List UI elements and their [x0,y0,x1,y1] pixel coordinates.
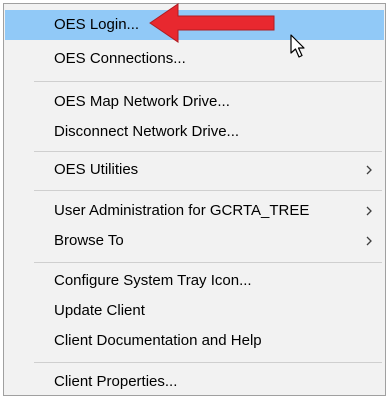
menu-item-label: Client Documentation and Help [54,332,262,349]
menu-item-label: Disconnect Network Drive... [54,123,240,140]
menu-item-user-administration[interactable]: User Administration for GCRTA_TREE [5,196,384,226]
menu-item-oes-connections[interactable]: OES Connections... [5,44,384,74]
menu-item-label: Browse To [54,232,124,249]
menu-separator [34,81,382,82]
menu-item-oes-map-network-drive[interactable]: OES Map Network Drive... [5,87,384,117]
chevron-right-icon [366,236,372,246]
mouse-cursor-icon [290,34,305,58]
menu-item-browse-to[interactable]: Browse To [5,226,384,256]
menu-item-disconnect-network-drive[interactable]: Disconnect Network Drive... [5,117,384,147]
menu-item-label: OES Connections... [54,50,186,67]
red-arrow-icon [149,3,275,43]
menu-item-update-client[interactable]: Update Client [5,296,384,326]
menu-separator [34,190,382,191]
menu-item-client-documentation[interactable]: Client Documentation and Help [5,326,384,356]
menu-item-label: Update Client [54,302,145,319]
menu-separator [34,151,382,152]
menu-item-label: Client Properties... [54,373,178,390]
menu-item-label: OES Utilities [54,161,139,178]
menu-item-label: OES Map Network Drive... [54,93,230,110]
menu-separator [34,362,382,363]
chevron-right-icon [366,165,372,175]
menu-item-configure-system-tray-icon[interactable]: Configure System Tray Icon... [5,266,384,296]
menu-item-oes-utilities[interactable]: OES Utilities [5,155,384,185]
menu-separator [34,262,382,263]
menu-item-client-properties[interactable]: Client Properties... [5,367,384,397]
context-menu: OES Login... OES Connections... OES Map … [3,3,386,396]
menu-item-label: OES Login... [54,16,140,33]
menu-item-label: User Administration for GCRTA_TREE [54,202,310,219]
menu-item-label: Configure System Tray Icon... [54,272,252,289]
chevron-right-icon [366,206,372,216]
